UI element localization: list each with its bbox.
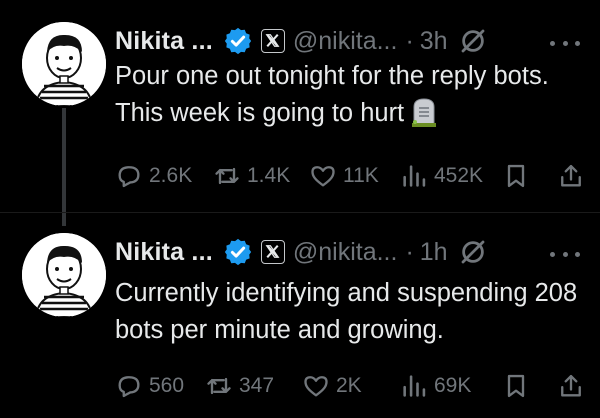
views-chart-icon	[403, 375, 426, 397]
display-name[interactable]: Nikita ...	[115, 27, 213, 56]
views-count: 452K	[434, 164, 484, 187]
views-count: 69K	[434, 374, 472, 397]
avatar[interactable]	[22, 233, 106, 317]
like-count: 11K	[343, 164, 379, 187]
reply-icon	[118, 376, 140, 398]
repost-button[interactable]: 347	[205, 372, 274, 400]
separator-dot: ·	[405, 237, 414, 266]
like-button[interactable]: 11K	[309, 162, 379, 190]
like-button[interactable]: 2K	[302, 372, 362, 400]
reply-button[interactable]: 2.6K	[115, 162, 192, 190]
reply-count: 560	[149, 374, 185, 397]
repost-icon	[207, 377, 231, 395]
bookmark-button[interactable]	[502, 372, 530, 400]
repost-count: 1.4K	[247, 164, 291, 187]
views-chart-icon	[403, 165, 426, 187]
reply-button[interactable]: 560	[115, 372, 184, 400]
tweet-header: Nikita ... @nikita... · 1h	[115, 235, 488, 269]
display-name[interactable]: Nikita ...	[115, 238, 213, 267]
tweet-text-content: Pour one out tonight for the reply bots.…	[115, 62, 549, 127]
timestamp[interactable]: 3h	[420, 27, 448, 56]
more-options-button[interactable]	[550, 33, 580, 53]
heart-icon	[304, 376, 328, 397]
share-icon	[561, 164, 581, 187]
avatar-portrait-icon	[22, 233, 106, 317]
verified-badge-icon[interactable]	[223, 26, 253, 56]
timestamp[interactable]: 1h	[420, 238, 448, 267]
like-count: 2K	[336, 374, 362, 397]
grok-icon[interactable]	[458, 237, 488, 267]
reply-icon	[118, 166, 140, 188]
repost-button[interactable]: 1.4K	[213, 162, 290, 190]
share-button[interactable]	[557, 372, 585, 400]
headstone-icon	[412, 98, 437, 127]
tweet-text: Pour one out tonight for the reply bots.…	[115, 58, 585, 132]
reply-count: 2.6K	[149, 164, 193, 187]
handle[interactable]: @nikita...	[293, 27, 398, 56]
repost-icon	[215, 167, 239, 185]
x-affiliate-badge-icon[interactable]	[260, 240, 285, 264]
tweet-header: Nikita ... @nikita... · 3h	[115, 24, 488, 58]
tweet-1[interactable]: Nikita ... @nikita... · 3h Pour one out …	[0, 0, 600, 212]
bookmark-icon	[507, 374, 525, 398]
thread: Nikita ... @nikita... · 3h Pour one out …	[0, 0, 600, 417]
more-options-button[interactable]	[550, 244, 580, 264]
avatar[interactable]	[22, 22, 106, 106]
views-button[interactable]: 452K	[400, 162, 483, 190]
verified-badge-icon[interactable]	[223, 237, 253, 267]
share-icon	[561, 374, 581, 397]
handle[interactable]: @nikita...	[293, 238, 398, 267]
views-button[interactable]: 69K	[400, 372, 471, 400]
bookmark-icon	[507, 164, 525, 188]
bookmark-button[interactable]	[502, 162, 530, 190]
avatar-portrait-icon	[22, 22, 106, 106]
tweet-actions: 2.6K 1.4K 11K 452K	[115, 159, 585, 193]
repost-count: 347	[239, 374, 275, 397]
tweet-2[interactable]: Nikita ... @nikita... · 1h Currently ide…	[0, 212, 600, 418]
tweet-text: Currently identifying and suspending 208…	[115, 279, 578, 344]
grok-icon[interactable]	[458, 26, 488, 56]
share-button[interactable]	[557, 162, 585, 190]
heart-icon	[311, 166, 335, 187]
tweet-actions: 560 347 2K 69K	[115, 369, 585, 403]
x-affiliate-badge-icon[interactable]	[260, 29, 285, 53]
separator-dot: ·	[405, 26, 414, 55]
